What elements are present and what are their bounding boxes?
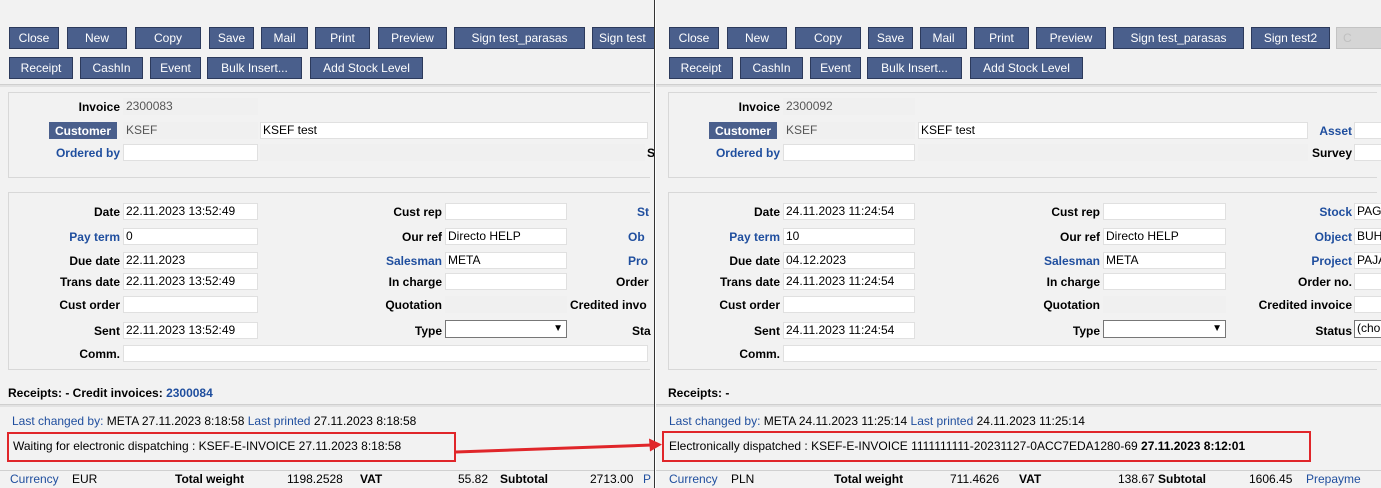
- comparison-arrow-icon: [455, 438, 662, 454]
